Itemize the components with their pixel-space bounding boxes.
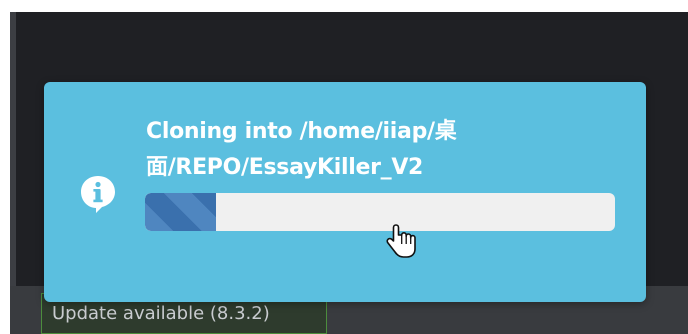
clone-progress-bar	[145, 193, 615, 231]
info-icon	[78, 174, 118, 214]
toast-message: Cloning into /home/iiap/桌面/REPO/EssayKil…	[146, 119, 457, 180]
notification-toast[interactable]: Cloning into /home/iiap/桌面/REPO/EssayKil…	[44, 82, 646, 302]
progress-bar-fill	[145, 193, 216, 231]
